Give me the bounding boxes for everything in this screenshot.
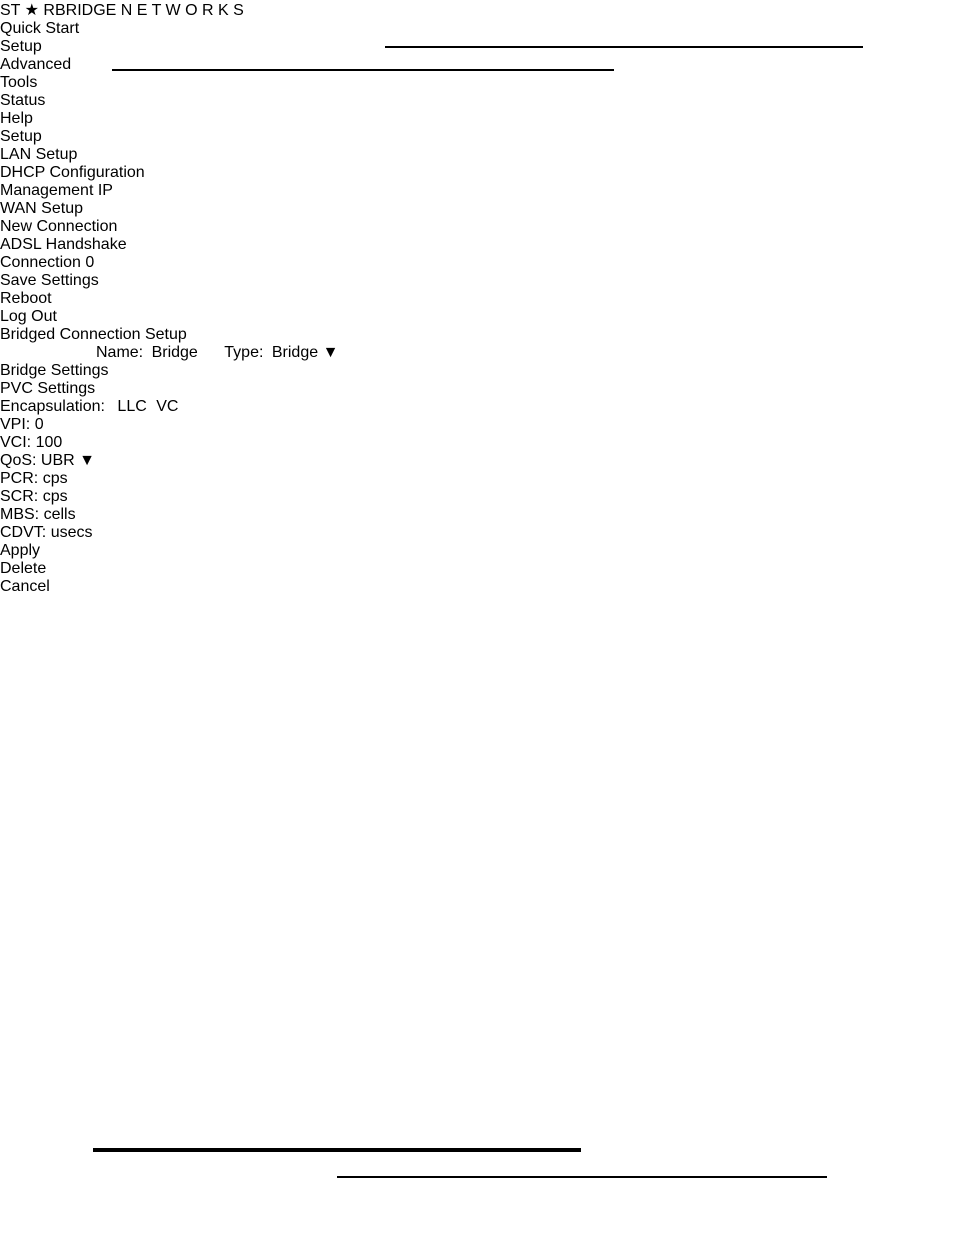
annotation-ellipse-vpi-vci [0, 698, 46, 752]
logo-text-right: RBRIDGE [43, 2, 117, 19]
type-select[interactable]: Bridge ▼ [272, 344, 339, 361]
mbs-label: MBS: [0, 506, 40, 523]
sidebar-box: Setup LAN Setup DHCP Configuration Manag… [0, 128, 954, 326]
starbridge-logo: ST ★ RBRIDGE N E T W O R K S [0, 0, 954, 20]
button-row: Apply Delete Cancel [0, 542, 954, 596]
pvc-row-scr: SCR: cps [0, 488, 954, 506]
pvc-row-cdvt: CDVT: usecs [0, 524, 954, 542]
chevron-down-icon[interactable]: ▼ [79, 452, 95, 469]
pvc-row-pcr: PCR: cps [0, 470, 954, 488]
sidebar-item-reboot[interactable]: Reboot [0, 290, 954, 308]
type-select-value: Bridge [271, 344, 319, 361]
sidebar-item-save-settings[interactable]: Save Settings [0, 272, 954, 290]
encapsulation-row: Encapsulation: LLC VC [0, 398, 954, 416]
sidebar-item-new-connection[interactable]: New Connection [0, 218, 954, 236]
mbs-unit: cells [43, 506, 76, 523]
name-input[interactable]: Bridge [152, 344, 198, 361]
name-type-row: Name: Bridge Type: Bridge ▼ [0, 344, 954, 362]
pvc-settings-heading: PVC Settings [0, 380, 96, 397]
vpi-label: VPI: [0, 416, 31, 433]
header-rule-left [112, 69, 614, 71]
form-title: Bridged Connection Setup [0, 326, 187, 343]
logo-text-left: ST [0, 2, 21, 19]
tab-help[interactable]: Help [0, 110, 954, 128]
sidebar-heading-lan-setup: LAN Setup [0, 146, 78, 163]
sidebar-item-dhcp-configuration[interactable]: DHCP Configuration [0, 164, 954, 182]
sidebar-heading-wan-setup: WAN Setup [0, 200, 83, 217]
logo-subtitle: N E T W O R K S [120, 2, 244, 19]
pcr-label: PCR: [0, 470, 39, 487]
header-rule-right [385, 46, 863, 48]
pvc-row-vci: VCI: 100 [0, 434, 954, 452]
pvc-settings-grid: VPI: 0 VCI: 100 QoS: UBR ▼ PCR: cps SCR:… [0, 416, 954, 542]
cdvt-label: CDVT: [0, 524, 47, 541]
sidebar-item-adsl-handshake[interactable]: ADSL Handshake [0, 236, 954, 254]
tab-advanced[interactable]: Advanced [0, 56, 954, 74]
content-pane: Bridged Connection Setup Name: Bridge Ty… [0, 326, 954, 596]
cdvt-unit: usecs [50, 524, 93, 541]
tab-tools[interactable]: Tools [0, 74, 954, 92]
pvc-row-vpi: VPI: 0 [0, 416, 954, 434]
annotation-ellipse-new-connection [0, 596, 122, 622]
bridge-settings-heading: Bridge Settings [0, 362, 109, 379]
qos-label: QoS: [0, 452, 37, 469]
name-label: Name: [96, 344, 144, 361]
qos-select-value: UBR [40, 452, 75, 469]
sidebar-item-management-ip[interactable]: Management IP [0, 182, 954, 200]
annotation-ellipse-type-dropdown [0, 660, 76, 698]
tab-quick-start[interactable]: Quick Start [0, 20, 954, 38]
sidebar-navigation: Setup LAN Setup DHCP Configuration Manag… [0, 128, 954, 326]
sidebar-item-connection-0[interactable]: Connection 0 [0, 254, 954, 272]
delete-button[interactable]: Delete [0, 560, 954, 578]
annotation-ellipse-name-field [0, 622, 76, 660]
vci-input[interactable]: 100 [36, 434, 63, 451]
scr-unit: cps [42, 488, 68, 505]
top-navigation-bar: ST ★ RBRIDGE N E T W O R K S Quick Start… [0, 0, 954, 128]
pvc-row-mbs: MBS: cells [0, 506, 954, 524]
pvc-row-qos: QoS: UBR ▼ [0, 452, 954, 470]
vpi-input[interactable]: 0 [35, 416, 44, 433]
cancel-button[interactable]: Cancel [0, 578, 954, 596]
footer-rule-right [337, 1176, 827, 1178]
pcr-unit: cps [42, 470, 68, 487]
star-icon: ★ [24, 2, 39, 19]
radio-llc-label: LLC [117, 398, 147, 415]
apply-button[interactable]: Apply [0, 542, 954, 560]
encapsulation-label: Encapsulation: [0, 398, 105, 415]
qos-select[interactable]: UBR ▼ [41, 452, 95, 469]
radio-vc-label: VC [156, 398, 179, 415]
chevron-down-icon[interactable]: ▼ [323, 344, 339, 361]
sidebar-item-log-out[interactable]: Log Out [0, 308, 954, 326]
footer-rule-left [93, 1148, 581, 1152]
router-admin-screenshot: ST ★ RBRIDGE N E T W O R K S Quick Start… [0, 0, 954, 596]
tab-status[interactable]: Status [0, 92, 954, 110]
bridged-connection-form: Bridged Connection Setup Name: Bridge Ty… [0, 326, 954, 596]
vci-label: VCI: [0, 434, 32, 451]
sidebar-title: Setup [0, 128, 42, 145]
type-label: Type: [224, 344, 264, 361]
tab-bar: Quick Start Setup Advanced Tools Status … [0, 20, 954, 128]
scr-label: SCR: [0, 488, 39, 505]
